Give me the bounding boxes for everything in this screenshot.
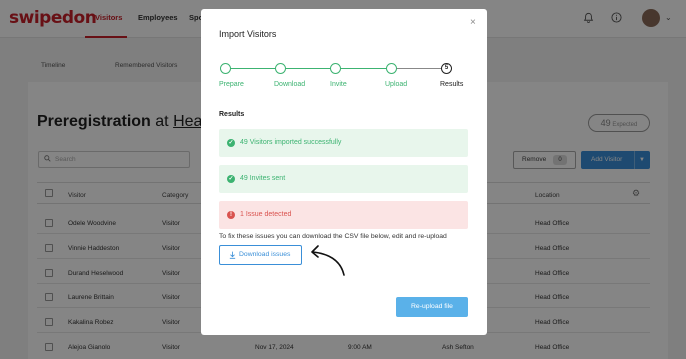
banner-text: 49 Visitors imported successfully [240,139,342,146]
banner-text: 1 Issue detected [240,211,292,218]
error-banner: ! 1 Issue detected [219,201,468,229]
step-upload-label: Upload [385,81,408,88]
step-download-indicator [275,63,286,74]
step-connector [230,68,280,69]
step-invite-indicator [330,63,341,74]
error-circle-icon: ! [227,211,235,219]
download-issues-label: Download issues [239,251,291,258]
step-download-label: Download [274,81,306,88]
step-connector [285,68,335,69]
reupload-file-button[interactable]: Re-upload file [396,297,468,317]
hand-drawn-arrow-icon [311,245,345,276]
step-prepare-label: Prepare [219,81,244,88]
download-icon [229,246,236,267]
success-banner: ✓ 49 Visitors imported successfully [219,129,468,157]
step-results-label: Results [440,81,464,88]
check-circle-icon: ✓ [227,175,235,183]
step-prepare-indicator [220,63,231,74]
success-banner: ✓ 49 Invites sent [219,165,468,193]
step-invite-label: Invite [330,81,347,88]
check-circle-icon: ✓ [227,139,235,147]
banner-text: 49 Invites sent [240,175,286,182]
import-visitors-modal: Import Visitors × Prepare Download Invite U… [201,9,487,335]
modal-title: Import Visitors [219,29,277,39]
results-heading: Results [219,111,245,118]
step-connector [396,68,446,69]
step-upload-indicator [386,63,397,74]
fix-instructions: To fix these issues you can download the… [219,233,447,240]
close-icon[interactable]: × [470,17,476,28]
download-issues-button[interactable]: Download issues [219,245,302,265]
step-connector [340,68,391,69]
step-results-indicator: 5 [441,63,452,74]
